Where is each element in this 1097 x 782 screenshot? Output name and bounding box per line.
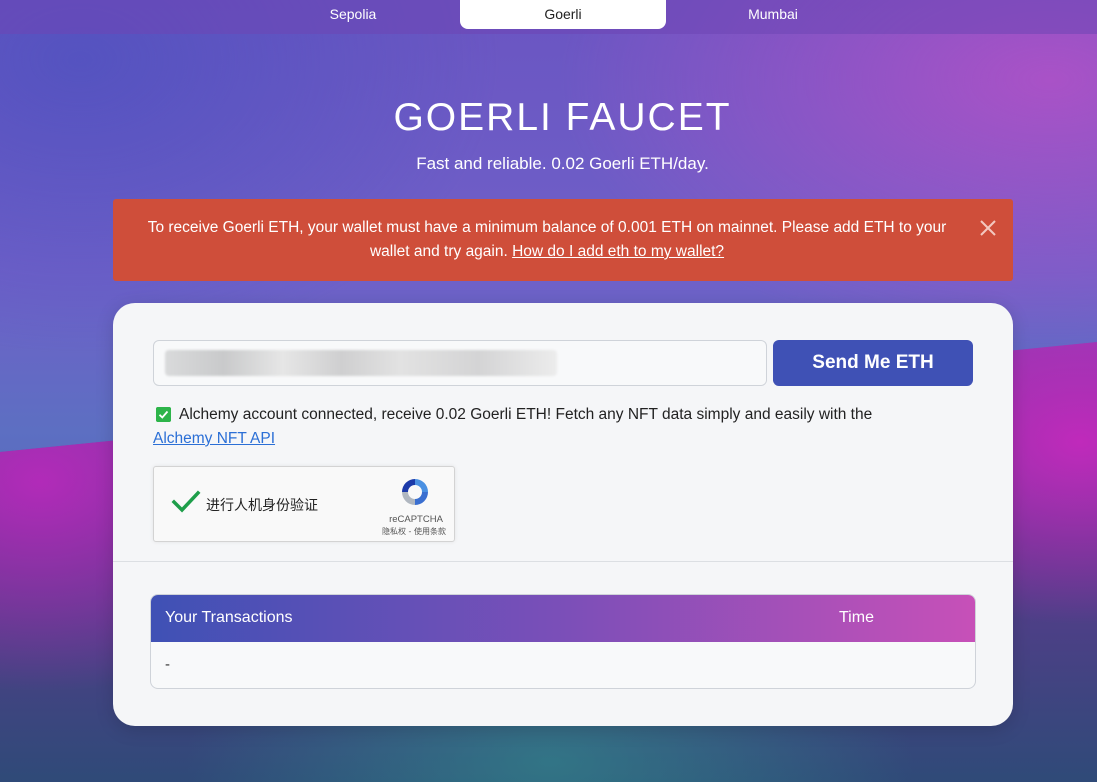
recaptcha-checkmark-icon[interactable] <box>170 485 202 517</box>
recaptcha-brand: reCAPTCHA <box>389 514 443 525</box>
tab-sepolia[interactable]: Sepolia <box>250 0 456 29</box>
transactions-table: Your Transactions Time - <box>150 594 976 689</box>
table-header: Your Transactions Time <box>151 595 975 642</box>
faucet-card: Send Me ETH Alchemy account connected, r… <box>113 303 1013 726</box>
recaptcha-widget: 进行人机身份验证 reCAPTCHA 隐私权 - 使用条款 <box>153 466 455 542</box>
tab-goerli[interactable]: Goerli <box>460 0 666 29</box>
close-icon[interactable] <box>978 218 998 238</box>
table-cell-transaction: - <box>165 656 170 673</box>
recaptcha-privacy-terms[interactable]: 隐私权 - 使用条款 <box>376 526 452 537</box>
recaptcha-logo-icon <box>402 479 428 505</box>
alert-help-link[interactable]: How do I add eth to my wallet? <box>512 243 724 260</box>
tab-mumbai[interactable]: Mumbai <box>670 0 876 29</box>
network-tabs: Sepolia Goerli Mumbai <box>0 0 1097 34</box>
card-divider <box>113 561 1013 562</box>
column-header-transactions: Your Transactions <box>165 609 293 626</box>
alchemy-nft-api-link[interactable]: Alchemy NFT API <box>153 430 275 447</box>
balance-alert: To receive Goerli ETH, your wallet must … <box>113 199 1013 281</box>
column-header-time: Time <box>839 609 874 626</box>
address-redaction <box>165 350 557 376</box>
send-eth-button[interactable]: Send Me ETH <box>773 340 973 386</box>
page-subtitle: Fast and reliable. 0.02 Goerli ETH/day. <box>416 154 709 173</box>
recaptcha-label: 进行人机身份验证 <box>206 498 318 514</box>
page-title: GOERLI FAUCET <box>393 96 732 139</box>
alchemy-account-text: Alchemy account connected, receive 0.02 … <box>179 406 873 423</box>
alchemy-account-message: Alchemy account connected, receive 0.02 … <box>153 403 953 451</box>
table-row: - <box>151 642 975 688</box>
